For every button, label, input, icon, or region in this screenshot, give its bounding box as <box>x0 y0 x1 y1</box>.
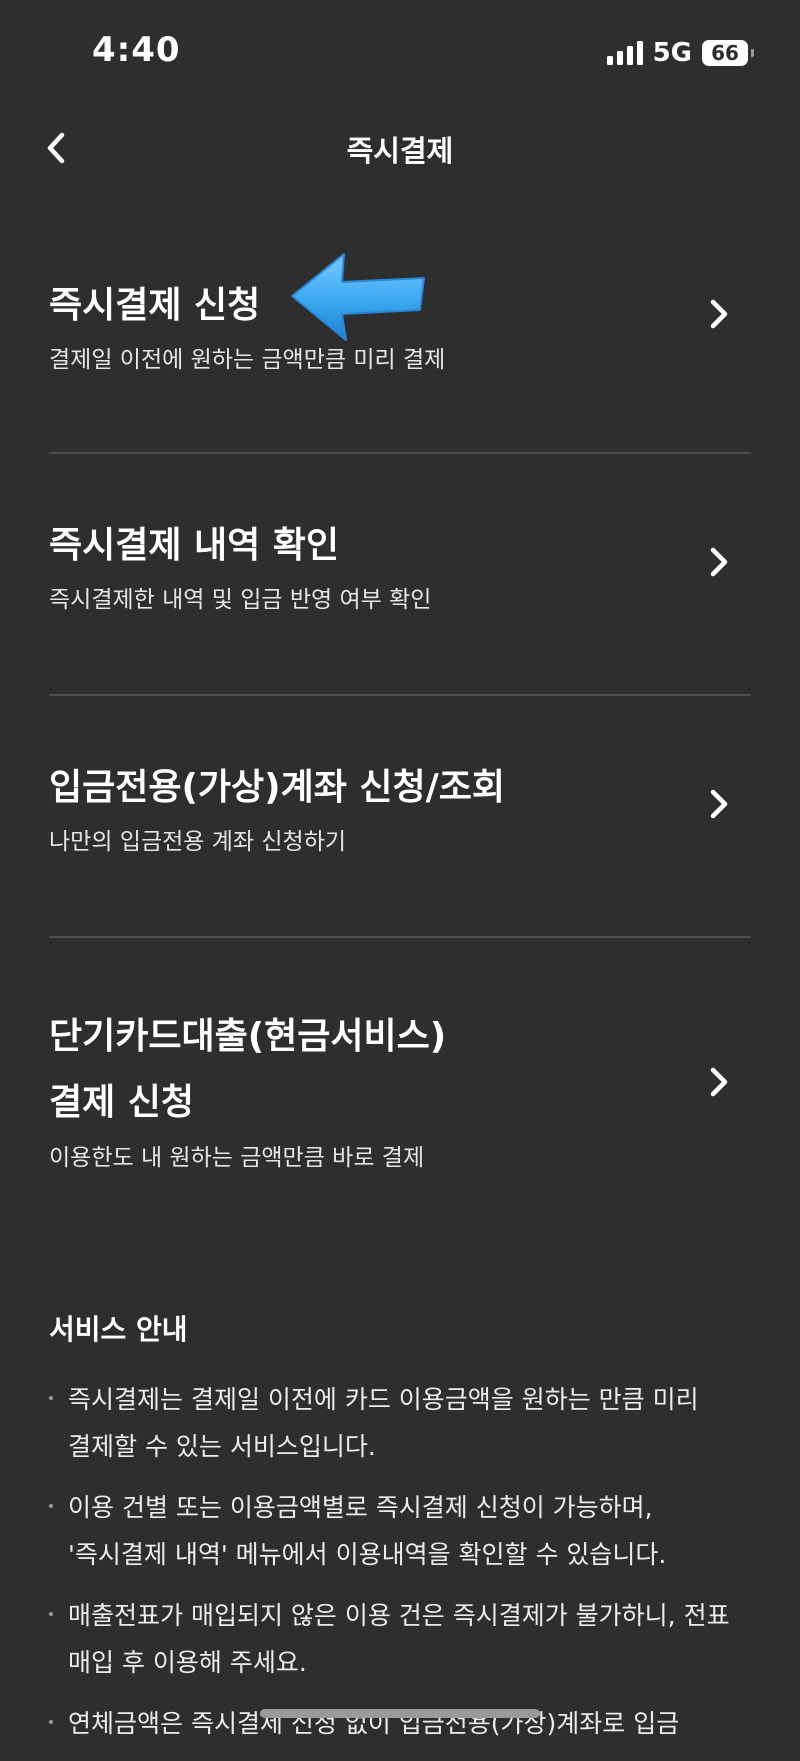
notice-item-text: 이용 건별 또는 이용금액별로 즉시결제 신청이 가능하며, '즉시결제 내역'… <box>68 1493 667 1569</box>
chevron-right-icon <box>710 299 728 329</box>
page-title: 즉시결제 <box>346 134 454 168</box>
list-item: 매출전표가 매입되지 않은 이용 건은 즉시결제가 불가하니, 전표 매입 후 … <box>49 1592 751 1686</box>
menu-item-title: 단기카드대출(현금서비스) 결제 신청 <box>49 1016 447 1123</box>
menu-item-title: 입금전용(가상)계좌 신청/조회 <box>49 767 506 808</box>
menu-item-cash-service-payment[interactable]: 단기카드대출(현금서비스) 결제 신청 이용한도 내 원하는 금액만큼 바로 결… <box>49 938 751 1228</box>
menu-item-description: 이용한도 내 원하는 금액만큼 바로 결제 <box>49 1145 425 1171</box>
menu-item-description: 결제일 이전에 원하는 금액만큼 미리 결제 <box>49 347 446 373</box>
list-item: 이용 건별 또는 이용금액별로 즉시결제 신청이 가능하며, '즉시결제 내역'… <box>49 1484 751 1578</box>
chevron-right-icon <box>710 547 728 577</box>
bullet-icon <box>49 1720 53 1724</box>
bullet-icon <box>49 1504 53 1508</box>
battery-level: 66 <box>711 41 739 65</box>
menu-list: 즉시결제 신청 결제일 이전에 원하는 금액만큼 미리 결제 즉시결제 내역 확… <box>49 186 751 1228</box>
notice-title: 서비스 안내 <box>49 1313 188 1346</box>
notice-item-text: 즉시결제는 결제일 이전에 카드 이용금액을 원하는 만큼 미리 결제할 수 있… <box>68 1385 699 1461</box>
home-indicator <box>260 1709 540 1718</box>
network-type: 5G <box>652 38 692 68</box>
menu-item-title: 즉시결제 내역 확인 <box>49 525 340 566</box>
bullet-icon <box>49 1396 53 1400</box>
menu-item-instant-payment-history[interactable]: 즉시결제 내역 확인 즉시결제한 내역 및 입금 반영 여부 확인 <box>49 454 751 696</box>
notice-list: 즉시결제는 결제일 이전에 카드 이용금액을 원하는 만큼 미리 결제할 수 있… <box>49 1376 751 1747</box>
chevron-right-icon <box>710 1067 728 1097</box>
status-time: 4:40 <box>92 30 181 70</box>
notice-item-text: 매출전표가 매입되지 않은 이용 건은 즉시결제가 불가하니, 전표 매입 후 … <box>68 1601 730 1677</box>
pointer-arrow-icon <box>291 253 425 341</box>
bullet-icon <box>49 1612 53 1616</box>
list-item: 즉시결제는 결제일 이전에 카드 이용금액을 원하는 만큼 미리 결제할 수 있… <box>49 1376 751 1470</box>
menu-item-virtual-account[interactable]: 입금전용(가상)계좌 신청/조회 나만의 입금전용 계좌 신청하기 <box>49 696 751 938</box>
nav-bar: 즉시결제 <box>0 110 800 186</box>
list-item: 연체금액은 즉시결제 신청 없이 입금전용(가상)계좌로 입금 <box>49 1700 751 1747</box>
signal-icon <box>606 41 643 65</box>
battery-icon: 66 <box>702 40 754 66</box>
menu-item-description: 나만의 입금전용 계좌 신청하기 <box>49 829 347 855</box>
service-notice: 서비스 안내 즉시결제는 결제일 이전에 카드 이용금액을 원하는 만큼 미리 … <box>49 1310 751 1761</box>
menu-item-description: 즉시결제한 내역 및 입금 반영 여부 확인 <box>49 587 432 613</box>
status-bar: 4:40 5G 66 <box>0 0 800 110</box>
status-indicators: 5G 66 <box>606 38 754 68</box>
chevron-right-icon <box>710 789 728 819</box>
